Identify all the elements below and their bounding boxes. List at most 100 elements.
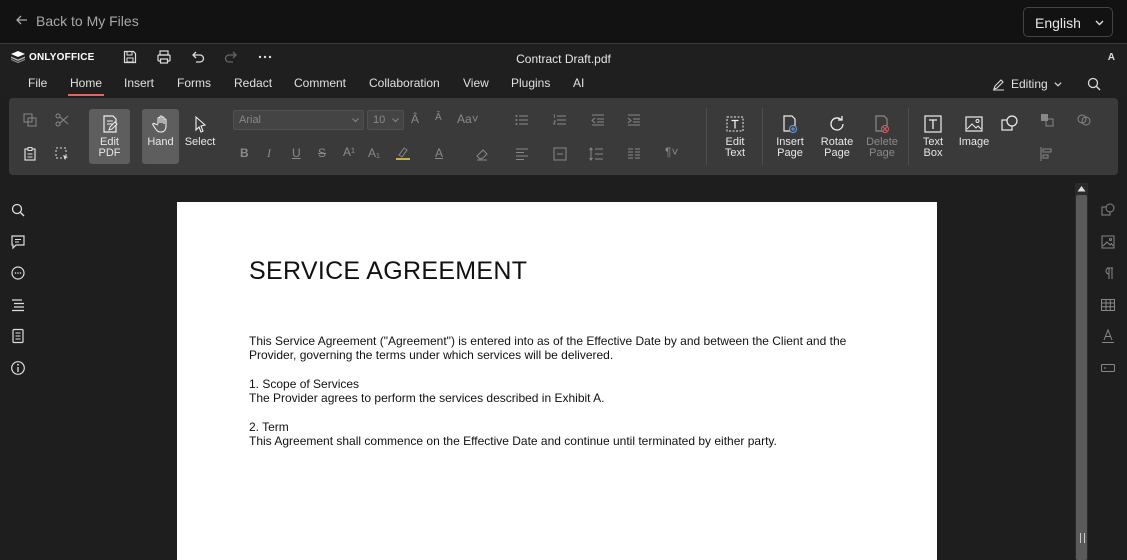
delete-page-label-2: Page [869,147,895,159]
rotate-page-button[interactable]: Rotate Page [815,109,859,164]
paragraph-settings-icon[interactable] [1100,265,1116,281]
image-settings-icon[interactable] [1100,234,1116,250]
scroll-up-arrow-icon[interactable] [1077,185,1086,192]
line-spacing-icon[interactable] [588,146,604,162]
highlight-color-icon[interactable] [395,145,411,161]
page-thumbnails-icon[interactable] [10,328,26,344]
hand-tool-button[interactable]: Hand [142,109,179,164]
back-to-files-link[interactable]: Back to My Files [16,13,139,29]
paste-icon[interactable] [22,146,38,162]
editing-mode-dropdown[interactable]: Editing [992,77,1062,91]
tab-ai[interactable]: AI [573,76,584,90]
section-2-body: This Agreement shall commence on the Eff… [249,434,777,448]
arrow-left-icon [16,13,28,29]
image-label: Image [958,136,990,148]
vertical-scrollbar[interactable] [1075,183,1088,560]
pencil-icon [993,78,1004,90]
font-name-select[interactable]: Arial [233,110,364,130]
italic-icon[interactable]: I [267,146,271,161]
shape-settings-icon[interactable] [1100,202,1116,218]
numbering-icon[interactable] [552,112,568,128]
shape-button[interactable] [999,109,1021,164]
image-button[interactable]: Image [953,109,995,164]
pdf-page[interactable]: SERVICE AGREEMENT This Service Agreement… [177,202,937,560]
edit-text-icon [726,116,744,132]
copy-icon[interactable] [22,112,38,128]
tab-redact[interactable]: Redact [234,76,272,90]
delete-page-button[interactable]: Delete Page [861,109,903,164]
comments-icon[interactable] [10,234,26,250]
tab-forms[interactable]: Forms [177,76,211,90]
edit-pdf-label-2: PDF [98,147,121,159]
chat-icon[interactable] [10,265,26,281]
subscript-icon[interactable]: A₁ [368,146,380,160]
tab-collaboration[interactable]: Collaboration [369,76,440,90]
decrease-font-icon[interactable]: Ǎ [435,112,442,123]
edit-text-button[interactable]: Edit Text [717,109,753,164]
scrollbar-grip [1080,533,1085,543]
bold-icon[interactable]: B [240,146,249,160]
search-icon[interactable] [1087,77,1101,91]
font-size-value: 10 [373,114,386,126]
navigation-icon[interactable] [10,297,26,313]
superscript-icon[interactable]: A¹ [343,145,355,159]
increase-font-icon[interactable]: Â [411,112,419,126]
clear-style-icon[interactable] [474,146,490,162]
group-icon[interactable] [1076,112,1092,128]
change-case-icon[interactable]: Aa˅ [457,112,479,126]
increase-indent-icon[interactable] [626,112,642,128]
ribbon-toolbar: Edit PDF Hand Select Arial 10 Â Ǎ Aa˅ … [9,98,1118,175]
user-avatar[interactable]: A [1108,52,1115,63]
insert-page-button[interactable]: Insert Page [769,109,811,164]
table-settings-icon[interactable] [1100,297,1116,313]
select-all-icon[interactable] [54,146,70,162]
info-icon[interactable] [10,360,26,376]
tab-view[interactable]: View [463,76,489,90]
vertical-align-icon[interactable] [552,146,568,162]
rotate-icon [830,116,844,131]
font-name-value: Arial [239,114,262,126]
cut-icon[interactable] [54,112,70,128]
decrease-indent-icon[interactable] [590,112,606,128]
text-box-label-2: Box [923,147,943,159]
chevron-down-icon [392,118,399,123]
shape-icon [1001,115,1018,131]
font-size-select[interactable]: 10 [367,110,404,130]
hand-icon [151,115,167,133]
align-objects-icon[interactable] [1039,146,1055,162]
tab-file[interactable]: File [28,76,47,90]
menu-bar: File Home Insert Forms Redact Comment Co… [0,71,1127,98]
language-select[interactable]: English [1023,7,1113,37]
underline-icon[interactable]: U [292,146,301,160]
search-icon[interactable] [10,202,26,218]
back-label: Back to My Files [36,13,139,29]
font-color-icon[interactable]: A [435,146,443,160]
select-tool-button[interactable]: Select [182,109,218,164]
tab-plugins[interactable]: Plugins [511,76,550,90]
bullets-icon[interactable] [514,112,530,128]
edit-pdf-button[interactable]: Edit PDF [89,109,130,164]
align-left-icon[interactable] [514,146,530,162]
text-art-settings-icon[interactable] [1100,328,1116,344]
text-box-button[interactable]: Text Box [914,109,952,164]
tab-insert[interactable]: Insert [124,76,154,90]
tab-comment[interactable]: Comment [294,76,346,90]
toolbar-separator [908,108,909,165]
image-icon [965,116,983,132]
paragraph-mark-icon[interactable]: ¶˅ [665,145,678,159]
columns-icon[interactable] [626,146,642,162]
title-bar: ONLYOFFICE Contract Draft.pdf A [0,45,1127,71]
form-settings-icon[interactable] [1100,360,1116,376]
chevron-down-icon [1095,20,1104,26]
toolbar-separator [706,108,707,165]
cursor-arrow-icon [195,115,207,133]
insert-page-icon [783,115,797,133]
strikethrough-icon[interactable]: S [318,146,326,160]
tab-home[interactable]: Home [67,76,105,96]
hand-label: Hand [147,136,174,148]
edit-pdf-icon [102,115,118,133]
insert-page-label-2: Page [777,147,803,159]
intro-paragraph-line-1: This Service Agreement ("Agreement") is … [249,334,847,348]
scrollbar-thumb[interactable] [1076,195,1087,560]
arrange-icon[interactable] [1039,112,1055,128]
